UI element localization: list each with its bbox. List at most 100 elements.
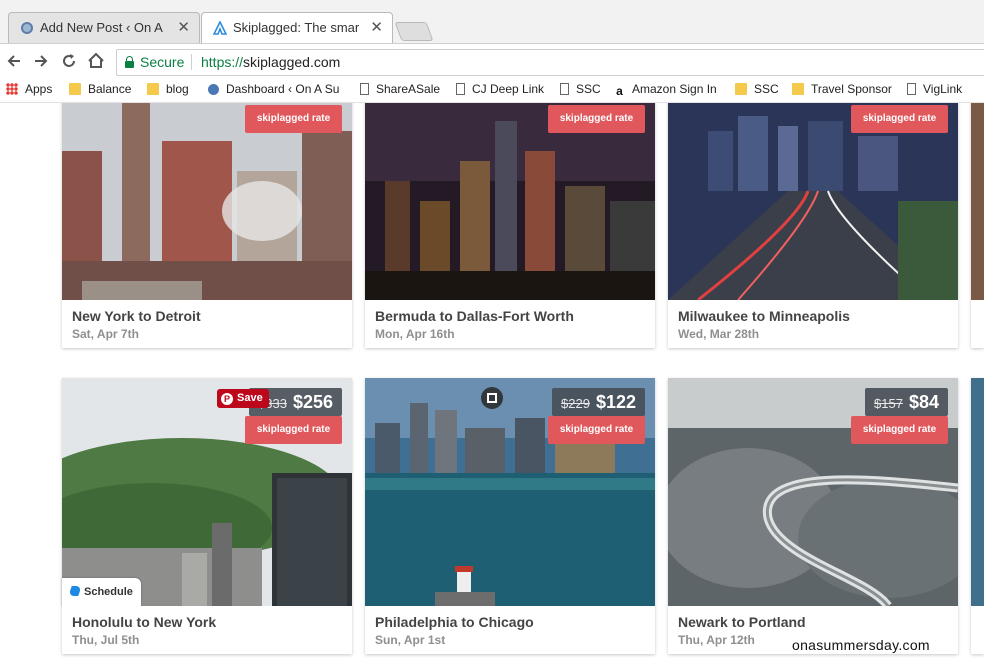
- tab-add-new-post[interactable]: Add New Post ‹ On A Summer's Day ✕: [8, 12, 200, 43]
- route-title: Honolulu to New York: [72, 614, 217, 630]
- deal-price: $122: [595, 392, 636, 412]
- deal-card[interactable]: $333 $256 skiplagged rate P Save Schedule …: [62, 378, 352, 654]
- bookmark-label: Balance: [88, 82, 132, 96]
- bookmark-apps[interactable]: Apps: [6, 82, 52, 96]
- skiplagged-logo-icon: [213, 21, 227, 35]
- card-details: Bermuda to Dallas-Fort Worth Mon, Apr 16…: [365, 300, 655, 348]
- skiplagged-rate-badge: skiplagged rate: [245, 105, 342, 133]
- bookmark-blog[interactable]: blog: [147, 82, 189, 96]
- deal-card-partial[interactable]: [971, 378, 984, 654]
- tab-strip: Add New Post ‹ On A Summer's Day ✕ Skipl…: [0, 0, 984, 44]
- deals-grid: skiplagged rate New York to Detroit Sat,…: [0, 103, 984, 663]
- travel-date: Mon, Apr 16th: [375, 327, 455, 341]
- deal-price: $84: [908, 392, 939, 412]
- bookmark-shareasale[interactable]: ShareASale: [360, 82, 440, 96]
- skiplagged-rate-badge: skiplagged rate: [548, 416, 645, 444]
- card-details: Philadelphia to Chicago Sun, Apr 1st: [365, 606, 655, 654]
- destination-photo-partial: [971, 378, 984, 606]
- deal-card-partial[interactable]: [971, 103, 984, 348]
- back-arrow-icon[interactable]: [4, 51, 24, 71]
- price-box: $157 $84: [865, 388, 948, 416]
- travel-date: Wed, Mar 28th: [678, 327, 760, 341]
- tab-title: Skiplagged: The smart way to find cheap …: [233, 20, 359, 35]
- bookmark-label: SSC: [576, 82, 601, 96]
- price-box: $229 $122: [552, 388, 645, 416]
- url-text[interactable]: https://skiplagged.com: [201, 54, 340, 70]
- folder-icon: [69, 83, 81, 95]
- skiplagged-rate-badge: skiplagged rate: [851, 416, 948, 444]
- travel-date: Thu, Jul 5th: [72, 633, 140, 647]
- schedule-button[interactable]: Schedule: [62, 578, 141, 606]
- original-price: $157: [874, 396, 903, 411]
- amazon-icon: a: [616, 84, 623, 98]
- lock-icon: [125, 56, 134, 68]
- deal-card[interactable]: skiplagged rate Milwaukee to Minneapolis…: [668, 103, 958, 348]
- new-tab-button[interactable]: [394, 22, 434, 41]
- page-icon: [560, 83, 569, 95]
- pinterest-save-label: Save: [237, 392, 263, 404]
- bookmark-label: VigLink: [923, 82, 963, 96]
- bookmark-label: Dashboard ‹ On A Su: [226, 82, 340, 96]
- card-details: Honolulu to New York Thu, Jul 5th: [62, 606, 352, 654]
- card-details: New York to Detroit Sat, Apr 7th: [62, 300, 352, 348]
- home-icon[interactable]: [86, 51, 106, 71]
- page-icon: [456, 83, 465, 95]
- close-tab-icon[interactable]: ✕: [370, 18, 383, 36]
- page-icon: [360, 83, 369, 95]
- focus-crosshair-icon[interactable]: [481, 387, 503, 409]
- folder-icon: [147, 83, 159, 95]
- skiplagged-rate-badge: skiplagged rate: [851, 105, 948, 133]
- bookmark-label: Amazon Sign In: [632, 82, 717, 96]
- folder-icon: [792, 83, 804, 95]
- route-title: New York to Detroit: [72, 308, 201, 324]
- deal-card[interactable]: skiplagged rate New York to Detroit Sat,…: [62, 103, 352, 348]
- bookmark-dashboard[interactable]: Dashboard ‹ On A Su: [208, 82, 339, 96]
- travel-date: Sat, Apr 7th: [72, 327, 139, 341]
- schedule-label: Schedule: [84, 586, 133, 598]
- bookmark-ssc[interactable]: SSC: [560, 82, 601, 96]
- bookmark-ssc-folder[interactable]: SSC: [735, 82, 779, 96]
- travel-date: Sun, Apr 1st: [375, 633, 446, 647]
- bookmark-label: CJ Deep Link: [472, 82, 545, 96]
- travel-date: Thu, Apr 12th: [678, 633, 755, 647]
- reload-icon[interactable]: [59, 51, 79, 71]
- apps-grid-icon: [6, 83, 18, 95]
- bookmark-amazon[interactable]: a Amazon Sign In: [614, 82, 717, 97]
- pinterest-icon: P: [221, 393, 233, 405]
- pinterest-save-button[interactable]: P Save: [217, 389, 269, 408]
- bookmark-label: blog: [166, 82, 189, 96]
- original-price: $229: [561, 396, 590, 411]
- deal-card[interactable]: $229 $122 skiplagged rate Philadelphia to…: [365, 378, 655, 654]
- forward-arrow-icon[interactable]: [31, 51, 51, 71]
- secure-label: Secure: [140, 54, 185, 70]
- tab-skiplagged[interactable]: Skiplagged: The smart way to find cheap …: [201, 12, 393, 43]
- bookmark-balance[interactable]: Balance: [69, 82, 131, 96]
- tab-title: Add New Post ‹ On A Summer's Day: [40, 20, 166, 35]
- bookmark-cj-deep-link[interactable]: CJ Deep Link: [456, 82, 544, 96]
- security-indicator[interactable]: Secure: [125, 54, 184, 70]
- bookmark-viglink[interactable]: VigLink: [907, 82, 962, 96]
- wordpress-icon: [21, 22, 33, 34]
- destination-photo-partial: [971, 103, 984, 300]
- bookmark-travel-sponsor[interactable]: Travel Sponsor: [792, 82, 892, 96]
- browser-toolbar: Secure https://skiplagged.com: [0, 44, 984, 78]
- buffer-icon: [68, 586, 82, 596]
- bookmark-label: ShareASale: [376, 82, 441, 96]
- page-icon: [907, 83, 916, 95]
- close-tab-icon[interactable]: ✕: [177, 18, 190, 36]
- bookmark-label: SSC: [754, 82, 779, 96]
- address-bar[interactable]: Secure https://skiplagged.com: [116, 49, 984, 76]
- deal-card[interactable]: $157 $84 skiplagged rate Newark to Portla…: [668, 378, 958, 654]
- deal-card[interactable]: skiplagged rate Bermuda to Dallas-Fort W…: [365, 103, 655, 348]
- url-scheme: https://: [201, 54, 244, 70]
- folder-icon: [735, 83, 747, 95]
- bookmarks-bar: Apps Balance blog Dashboard ‹ On A Su Sh…: [0, 78, 984, 103]
- bookmark-label: Apps: [25, 82, 53, 96]
- url-host: skiplagged.com: [243, 54, 341, 70]
- wordpress-icon: [208, 84, 219, 95]
- route-title: Philadelphia to Chicago: [375, 614, 534, 630]
- omnibox-divider: [191, 54, 192, 70]
- card-details: Milwaukee to Minneapolis Wed, Mar 28th: [668, 300, 958, 348]
- route-title: Bermuda to Dallas-Fort Worth: [375, 308, 574, 324]
- skiplagged-rate-badge: skiplagged rate: [245, 416, 342, 444]
